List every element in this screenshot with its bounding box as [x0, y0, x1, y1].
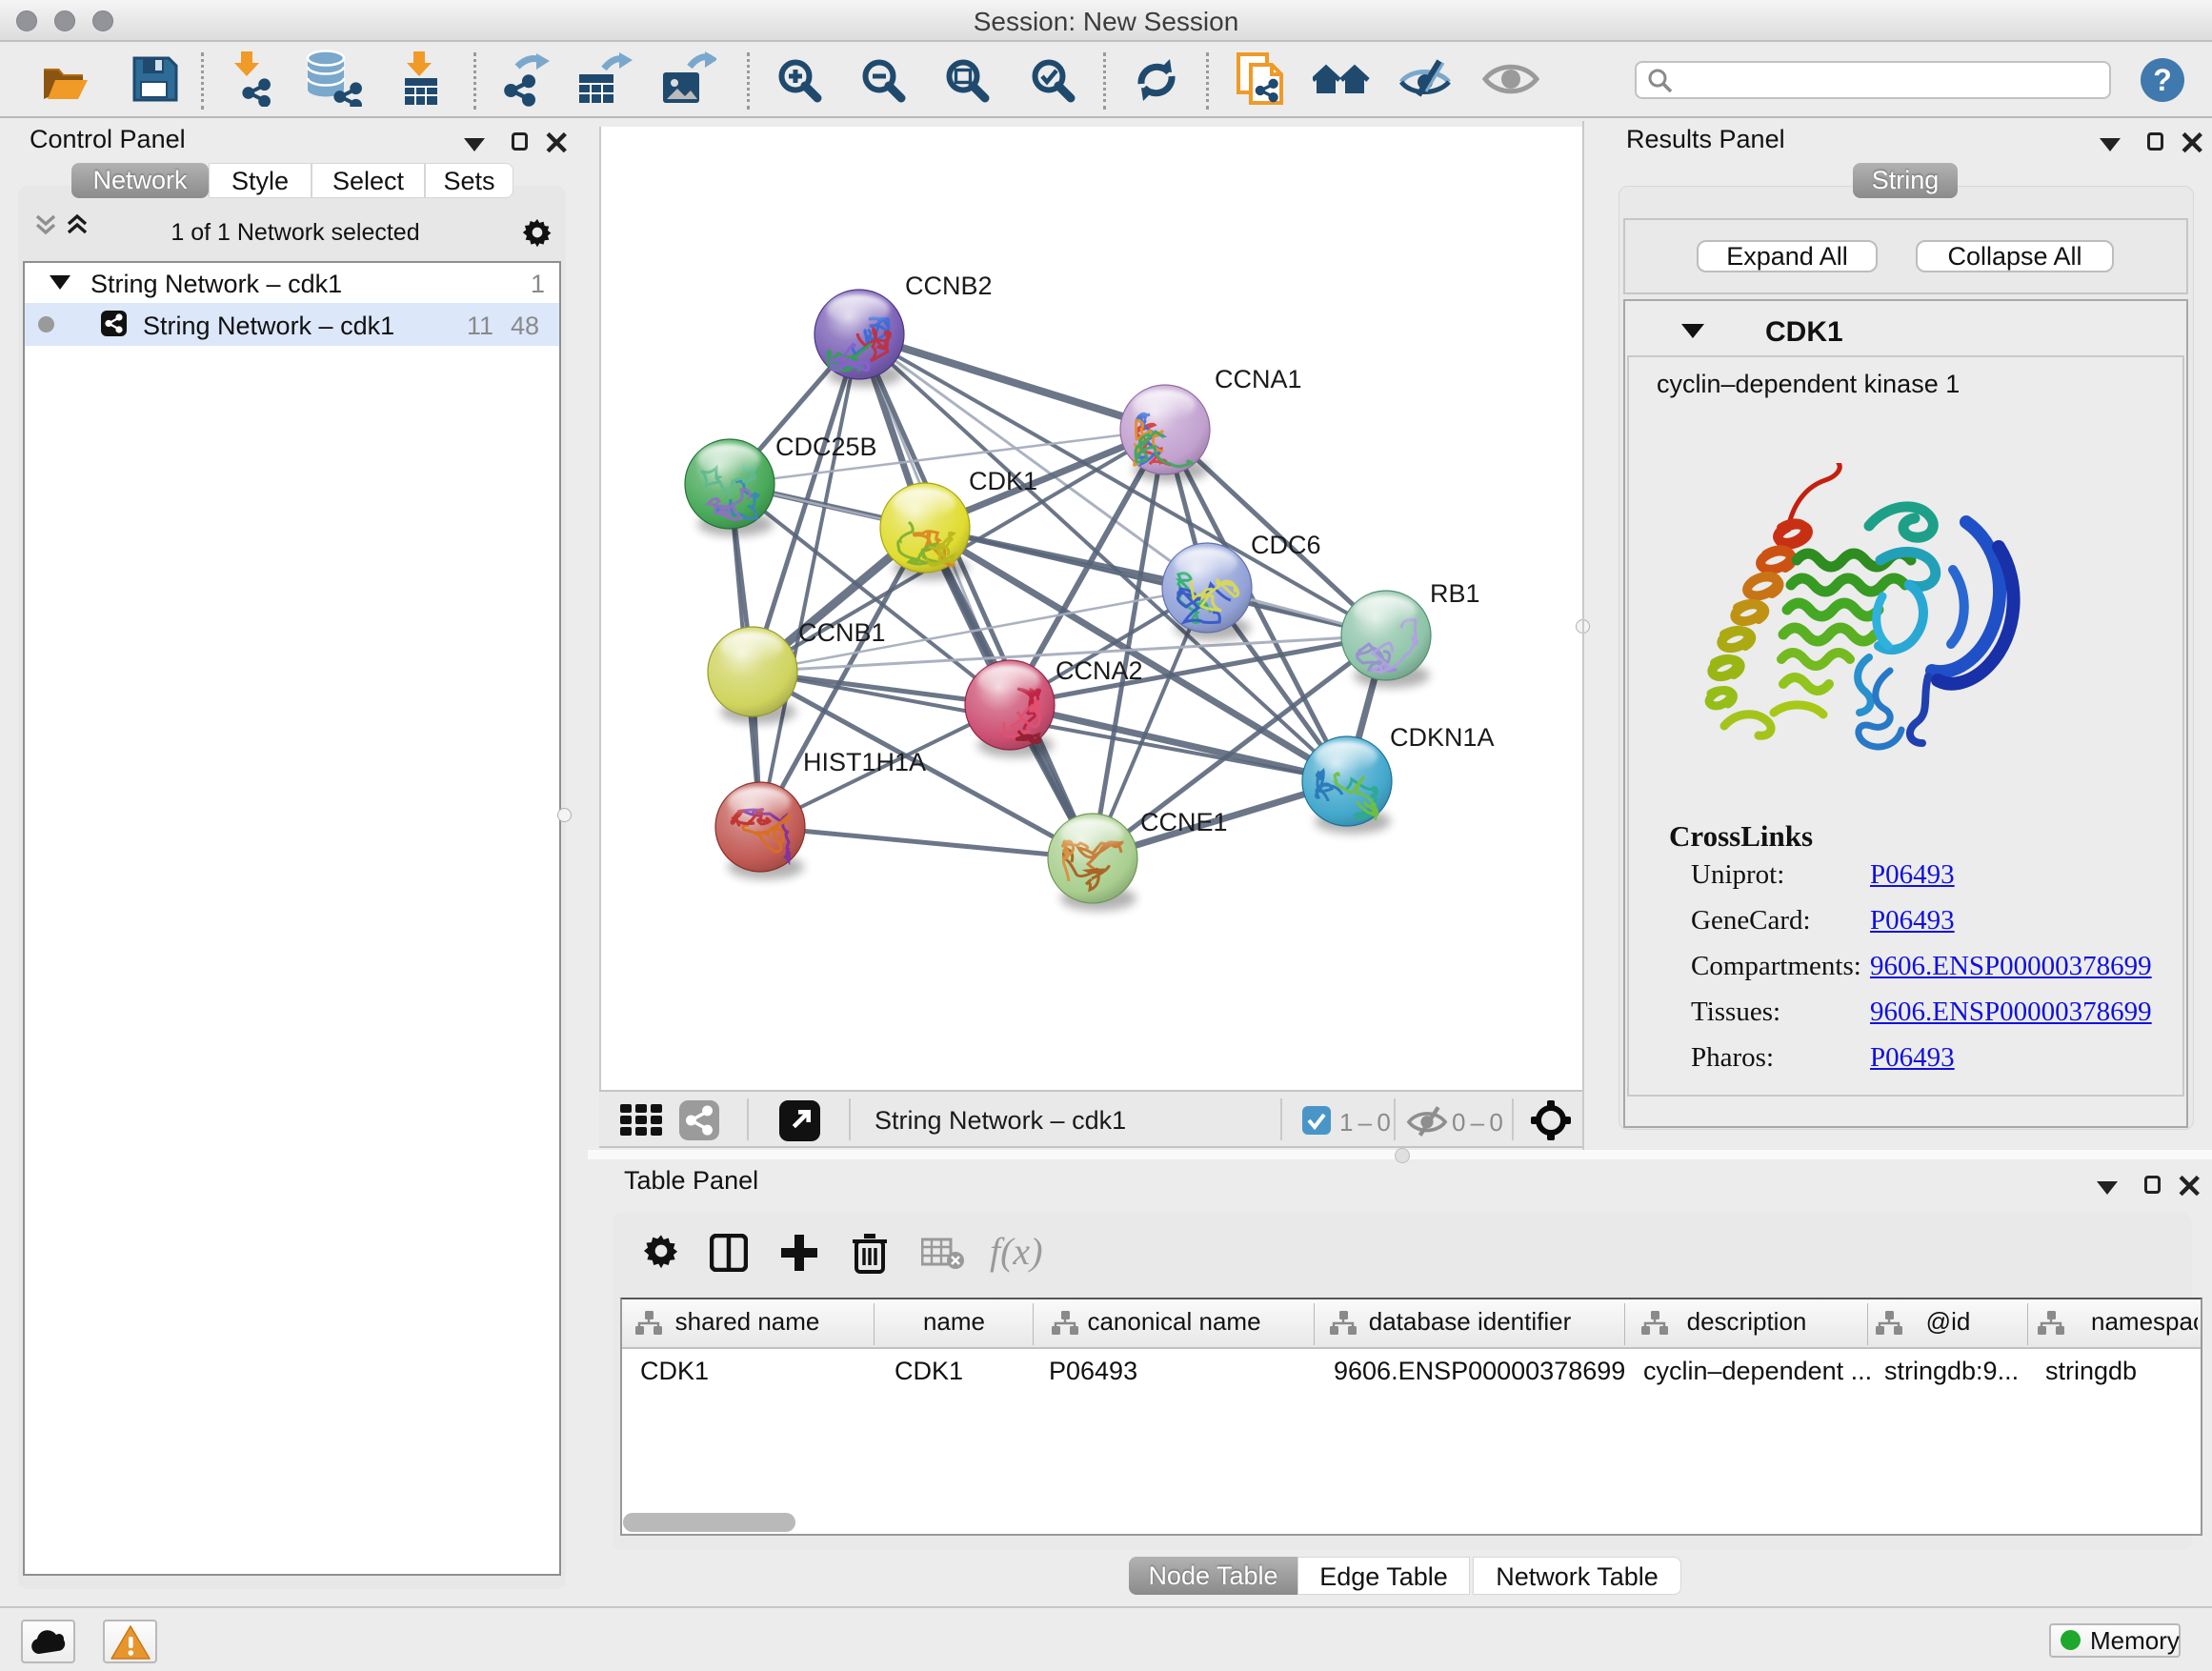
svg-text:CCNB1: CCNB1	[798, 618, 886, 647]
svg-text:CDK1: CDK1	[969, 467, 1037, 495]
svg-text:RB1: RB1	[1430, 579, 1480, 608]
svg-text:HIST1H1A: HIST1H1A	[803, 748, 926, 776]
svg-text:CDKN1A: CDKN1A	[1390, 723, 1495, 752]
svg-text:CCNE1: CCNE1	[1140, 808, 1228, 836]
svg-text:CCNA2: CCNA2	[1056, 656, 1143, 685]
svg-text:CCNB2: CCNB2	[905, 272, 993, 300]
svg-text:CDC6: CDC6	[1251, 531, 1321, 559]
svg-text:CCNA1: CCNA1	[1215, 365, 1302, 393]
svg-text:CDC25B: CDC25B	[775, 433, 877, 461]
